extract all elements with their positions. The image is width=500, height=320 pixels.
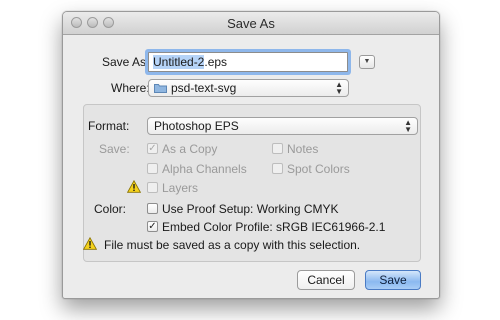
title-bar[interactable]: Save As bbox=[63, 12, 439, 35]
chevron-down-icon: ▼ bbox=[363, 58, 371, 65]
alpha-channels-label: Alpha Channels bbox=[162, 162, 247, 176]
window-title: Save As bbox=[227, 16, 275, 31]
spot-colors-label: Spot Colors bbox=[287, 162, 350, 176]
embed-color-profile-label: Embed Color Profile: sRGB IEC61966-2.1 bbox=[162, 220, 386, 234]
alpha-channels-checkbox[interactable] bbox=[147, 163, 158, 174]
embed-color-profile-checkbox[interactable]: ✓ bbox=[147, 221, 158, 232]
where-value: psd-text-svg bbox=[171, 81, 237, 95]
notes-label: Notes bbox=[287, 142, 319, 156]
use-proof-setup-label: Use Proof Setup: Working CMYK bbox=[162, 202, 339, 216]
filename-selection: Untitled-2 bbox=[153, 55, 205, 69]
popup-arrows-icon: ▲ ▼ bbox=[404, 118, 412, 134]
format-popup[interactable]: Photoshop EPS ▲ ▼ bbox=[147, 117, 418, 135]
format-label: Format: bbox=[88, 119, 130, 133]
layers-checkbox[interactable] bbox=[147, 182, 158, 193]
warning-icon bbox=[127, 180, 141, 193]
filename-extension: .eps bbox=[204, 55, 228, 69]
save-button[interactable]: Save bbox=[365, 270, 421, 290]
spot-colors-checkbox[interactable] bbox=[272, 163, 283, 174]
folder-icon bbox=[154, 84, 167, 93]
as-a-copy-checkbox[interactable]: ✓ bbox=[147, 143, 158, 154]
save-as-dialog: Save As Save As: Untitled-2.eps ▼ Where:… bbox=[62, 11, 440, 299]
where-popup[interactable]: psd-text-svg ▲ ▼ bbox=[148, 79, 349, 97]
notes-checkbox[interactable] bbox=[272, 143, 283, 154]
warning-icon bbox=[83, 237, 97, 250]
save-options-label: Save: bbox=[99, 142, 130, 156]
warning-message: File must be saved as a copy with this s… bbox=[104, 238, 361, 252]
as-a-copy-label: As a Copy bbox=[162, 142, 218, 156]
cancel-button[interactable]: Cancel bbox=[297, 270, 355, 290]
expand-browser-button[interactable]: ▼ bbox=[359, 55, 375, 69]
color-label: Color: bbox=[94, 202, 127, 216]
popup-arrows-icon: ▲ ▼ bbox=[335, 80, 343, 96]
filename-field[interactable]: Untitled-2.eps bbox=[148, 52, 348, 72]
format-value: Photoshop EPS bbox=[154, 119, 239, 133]
save-as-label: Save As: bbox=[102, 55, 150, 69]
use-proof-setup-checkbox[interactable] bbox=[147, 203, 158, 214]
where-label: Where: bbox=[111, 81, 150, 95]
layers-label: Layers bbox=[162, 181, 199, 195]
